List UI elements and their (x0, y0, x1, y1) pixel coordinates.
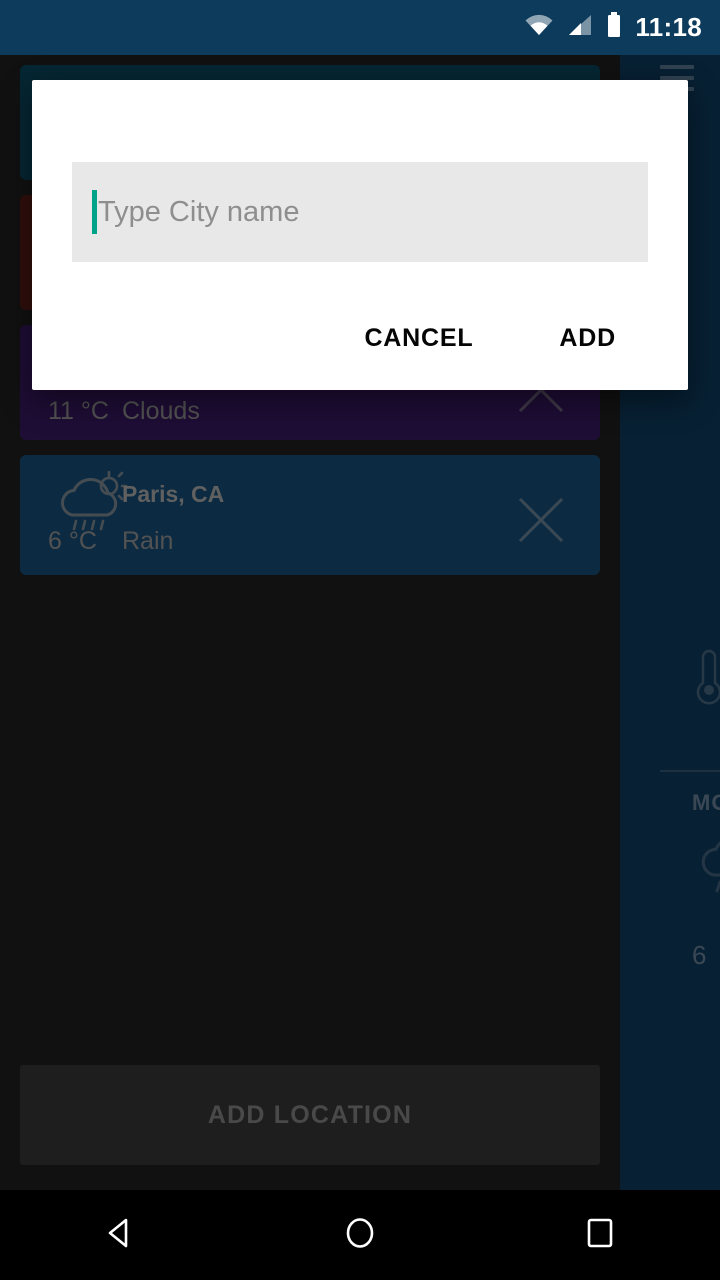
android-nav-bar (0, 1190, 720, 1280)
recents-square-icon[interactable] (579, 1212, 621, 1259)
cancel-button[interactable]: CANCEL (364, 324, 473, 353)
city-name-placeholder: Type City name (98, 195, 300, 228)
home-circle-icon[interactable] (339, 1212, 381, 1259)
phone-screen: MO 6 (0, 0, 720, 1280)
wifi-icon (524, 13, 554, 42)
add-button[interactable]: ADD (559, 324, 616, 353)
status-bar: 11:18 (0, 0, 720, 55)
cellular-signal-icon (567, 13, 593, 42)
battery-icon (606, 12, 622, 43)
city-name-input[interactable]: Type City name (72, 162, 648, 262)
dialog-actions: CANCEL ADD (32, 308, 688, 368)
back-triangle-icon[interactable] (99, 1212, 141, 1259)
text-caret (92, 190, 97, 234)
status-bar-clock: 11:18 (635, 12, 702, 42)
add-city-dialog: - Type City name CANCEL ADD (32, 80, 688, 390)
